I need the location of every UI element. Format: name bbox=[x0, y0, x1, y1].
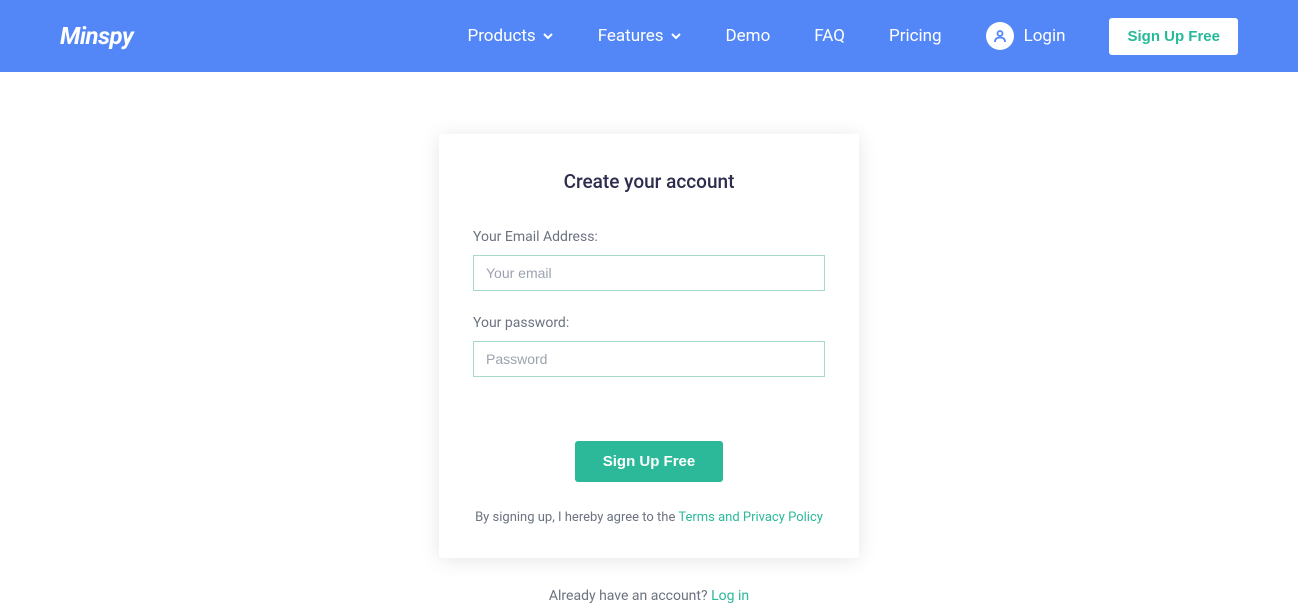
nav-pricing[interactable]: Pricing bbox=[889, 26, 942, 46]
email-label: Your Email Address: bbox=[473, 229, 825, 245]
form-title: Create your account bbox=[473, 170, 825, 193]
header: Minspy Products Features Demo FAQ Pricin… bbox=[0, 0, 1298, 72]
login-link[interactable]: Login bbox=[986, 22, 1066, 50]
logo[interactable]: Minspy bbox=[60, 22, 133, 50]
signup-submit-button[interactable]: Sign Up Free bbox=[575, 441, 724, 482]
nav-menu: Products Features Demo FAQ Pricing Login… bbox=[467, 18, 1238, 55]
user-icon bbox=[986, 22, 1014, 50]
nav-products[interactable]: Products bbox=[467, 26, 553, 46]
nav-products-label: Products bbox=[467, 26, 535, 46]
nav-features-label: Features bbox=[598, 26, 664, 46]
signup-button-header[interactable]: Sign Up Free bbox=[1109, 18, 1238, 55]
chevron-down-icon bbox=[542, 30, 554, 42]
password-label: Your password: bbox=[473, 315, 825, 331]
nav-features[interactable]: Features bbox=[598, 26, 682, 46]
signup-card: Create your account Your Email Address: … bbox=[439, 134, 859, 558]
agree-text: By signing up, I hereby agree to the Ter… bbox=[473, 508, 825, 528]
already-have-account: Already have an account? Log in bbox=[549, 588, 749, 604]
nav-demo[interactable]: Demo bbox=[726, 26, 771, 46]
agree-prefix: By signing up, I hereby agree to the bbox=[475, 510, 678, 525]
already-prefix: Already have an account? bbox=[549, 588, 711, 604]
email-input[interactable] bbox=[473, 255, 825, 291]
chevron-down-icon bbox=[670, 30, 682, 42]
login-link-bottom[interactable]: Log in bbox=[711, 588, 749, 604]
main-content: Create your account Your Email Address: … bbox=[0, 72, 1298, 604]
password-input[interactable] bbox=[473, 341, 825, 377]
nav-faq[interactable]: FAQ bbox=[814, 26, 845, 46]
terms-privacy-link[interactable]: Terms and Privacy Policy bbox=[678, 510, 823, 525]
login-label: Login bbox=[1024, 26, 1066, 46]
